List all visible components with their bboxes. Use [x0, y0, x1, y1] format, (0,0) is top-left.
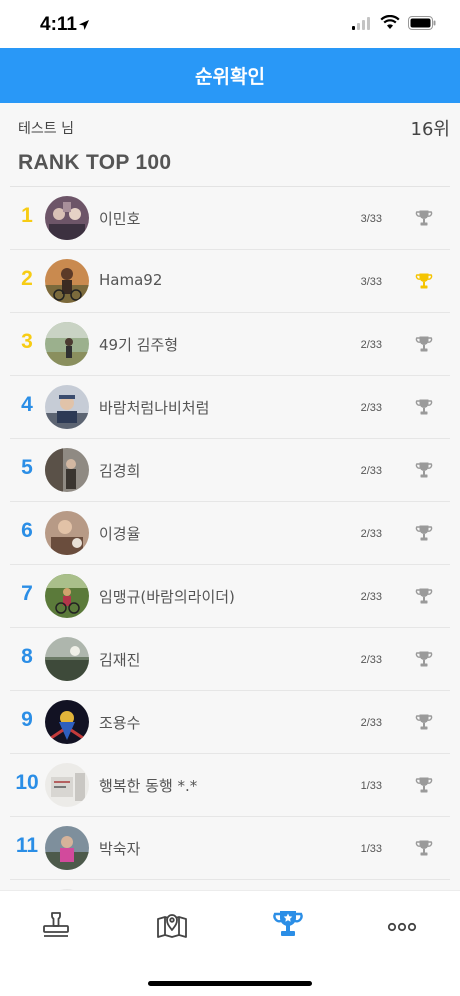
rank-score: 2/33	[360, 465, 382, 477]
wifi-icon	[380, 14, 400, 34]
rank-score: 1/33	[360, 843, 382, 855]
rank-number: 1	[21, 204, 33, 227]
location-arrow-icon	[78, 16, 90, 35]
rank-nickname: Hama92	[99, 271, 163, 289]
rank-nickname: 김경희	[99, 462, 141, 480]
user-rank: 16위	[410, 119, 450, 140]
rank-row[interactable]: 12한지성1/33	[10, 880, 450, 890]
rank-score: 2/33	[360, 654, 382, 666]
rank-number: 9	[21, 708, 33, 731]
rank-row[interactable]: 8 김재진 2/33	[10, 628, 450, 691]
rank-row[interactable]: 2 Hama92 3/33	[10, 250, 450, 313]
trophy-gray-icon	[415, 650, 433, 672]
rank-row[interactable]: 7 임맹규(바람의라이더) 2/33	[10, 565, 450, 628]
tab-stamp[interactable]	[36, 909, 76, 943]
rank-score: 2/33	[360, 591, 382, 603]
avatar	[45, 385, 89, 429]
avatar	[45, 448, 89, 492]
rank-number: 4	[21, 393, 33, 416]
rank-number: 3	[21, 330, 33, 353]
trophy-gray-icon	[415, 713, 433, 735]
trophy-gray-icon	[415, 461, 433, 483]
tab-map[interactable]	[152, 909, 192, 943]
tab-ranking[interactable]	[268, 909, 308, 943]
page-title: 순위확인	[195, 66, 265, 88]
trophy-gray-icon	[415, 524, 433, 546]
rank-nickname: 조용수	[99, 714, 141, 732]
rank-nickname: 이민호	[99, 210, 141, 228]
rank-row[interactable]: 11 박숙자 1/33	[10, 817, 450, 880]
rank-nickname: 이경율	[99, 525, 141, 543]
trophy-gray-icon	[415, 839, 433, 861]
rank-row[interactable]: 6 이경율 2/33	[10, 502, 450, 565]
avatar	[45, 511, 89, 555]
user-name: 테스트 님	[18, 121, 74, 137]
rank-number: 7	[21, 582, 33, 605]
rank-nickname: 49기 김주형	[99, 336, 179, 354]
rank-number: 11	[15, 834, 39, 857]
signal-icon	[352, 15, 372, 34]
avatar	[45, 700, 89, 744]
rank-score: 3/33	[360, 213, 382, 225]
rank-score: 3/33	[360, 276, 382, 288]
rank-list[interactable]: 1 이민호 3/33 2 Hama92 3/33 3 49기 김주형 2/33 4 바람처럼나비처럼…	[10, 187, 450, 890]
more-icon	[387, 917, 417, 936]
tab-bar	[0, 890, 460, 996]
rank-row[interactable]: 3 49기 김주형 2/33	[10, 313, 450, 376]
rank-number: 8	[21, 645, 33, 668]
ranking-content[interactable]: 테스트 님 16위 RANK TOP 100 1 이민호 3/33 2 Hama92 3/…	[0, 103, 460, 890]
rank-nickname: 박숙자	[99, 840, 141, 858]
avatar	[45, 322, 89, 366]
my-rank-row: 테스트 님 16위	[18, 115, 450, 140]
rank-number: 2	[21, 267, 33, 290]
trophy-gray-icon	[415, 335, 433, 357]
trophy-gray-icon	[415, 398, 433, 420]
trophy-gold-icon	[415, 272, 433, 294]
trophy-gray-icon	[415, 209, 433, 231]
avatar	[45, 574, 89, 618]
rank-number: 10	[15, 771, 39, 794]
home-indicator	[148, 981, 312, 986]
rank-nickname: 행복한 동행 *.*	[99, 777, 198, 795]
rank-score: 2/33	[360, 717, 382, 729]
rank-number: 5	[21, 456, 33, 479]
rank-nickname: 바람처럼나비처럼	[99, 399, 210, 417]
avatar	[45, 196, 89, 240]
tab-more[interactable]	[382, 909, 422, 943]
rank-score: 2/33	[360, 528, 382, 540]
rank-list-title: RANK TOP 100	[18, 151, 172, 174]
avatar	[45, 763, 89, 807]
rank-row[interactable]: 9 조용수 2/33	[10, 691, 450, 754]
rank-row[interactable]: 4 바람처럼나비처럼 2/33	[10, 376, 450, 439]
rank-number: 6	[21, 519, 33, 542]
avatar	[45, 259, 89, 303]
status-bar: 4:11	[0, 0, 460, 48]
map-pin-icon	[156, 909, 188, 943]
nav-header: 순위확인	[0, 48, 460, 103]
avatar	[45, 637, 89, 681]
rank-nickname: 김재진	[99, 651, 141, 669]
trophy-gray-icon	[415, 587, 433, 609]
status-time: 4:11	[40, 14, 77, 35]
trophy-gray-icon	[415, 776, 433, 798]
trophy-icon	[272, 909, 304, 943]
avatar	[45, 826, 89, 870]
rank-row[interactable]: 5 김경희 2/33	[10, 439, 450, 502]
rank-score: 2/33	[360, 339, 382, 351]
rank-row[interactable]: 1 이민호 3/33	[10, 187, 450, 250]
rank-score: 1/33	[360, 780, 382, 792]
rank-nickname: 임맹규(바람의라이더)	[99, 588, 235, 606]
rank-row[interactable]: 10 행복한 동행 *.* 1/33	[10, 754, 450, 817]
stamp-icon	[41, 909, 71, 943]
rank-score: 2/33	[360, 402, 382, 414]
battery-icon	[408, 15, 436, 34]
